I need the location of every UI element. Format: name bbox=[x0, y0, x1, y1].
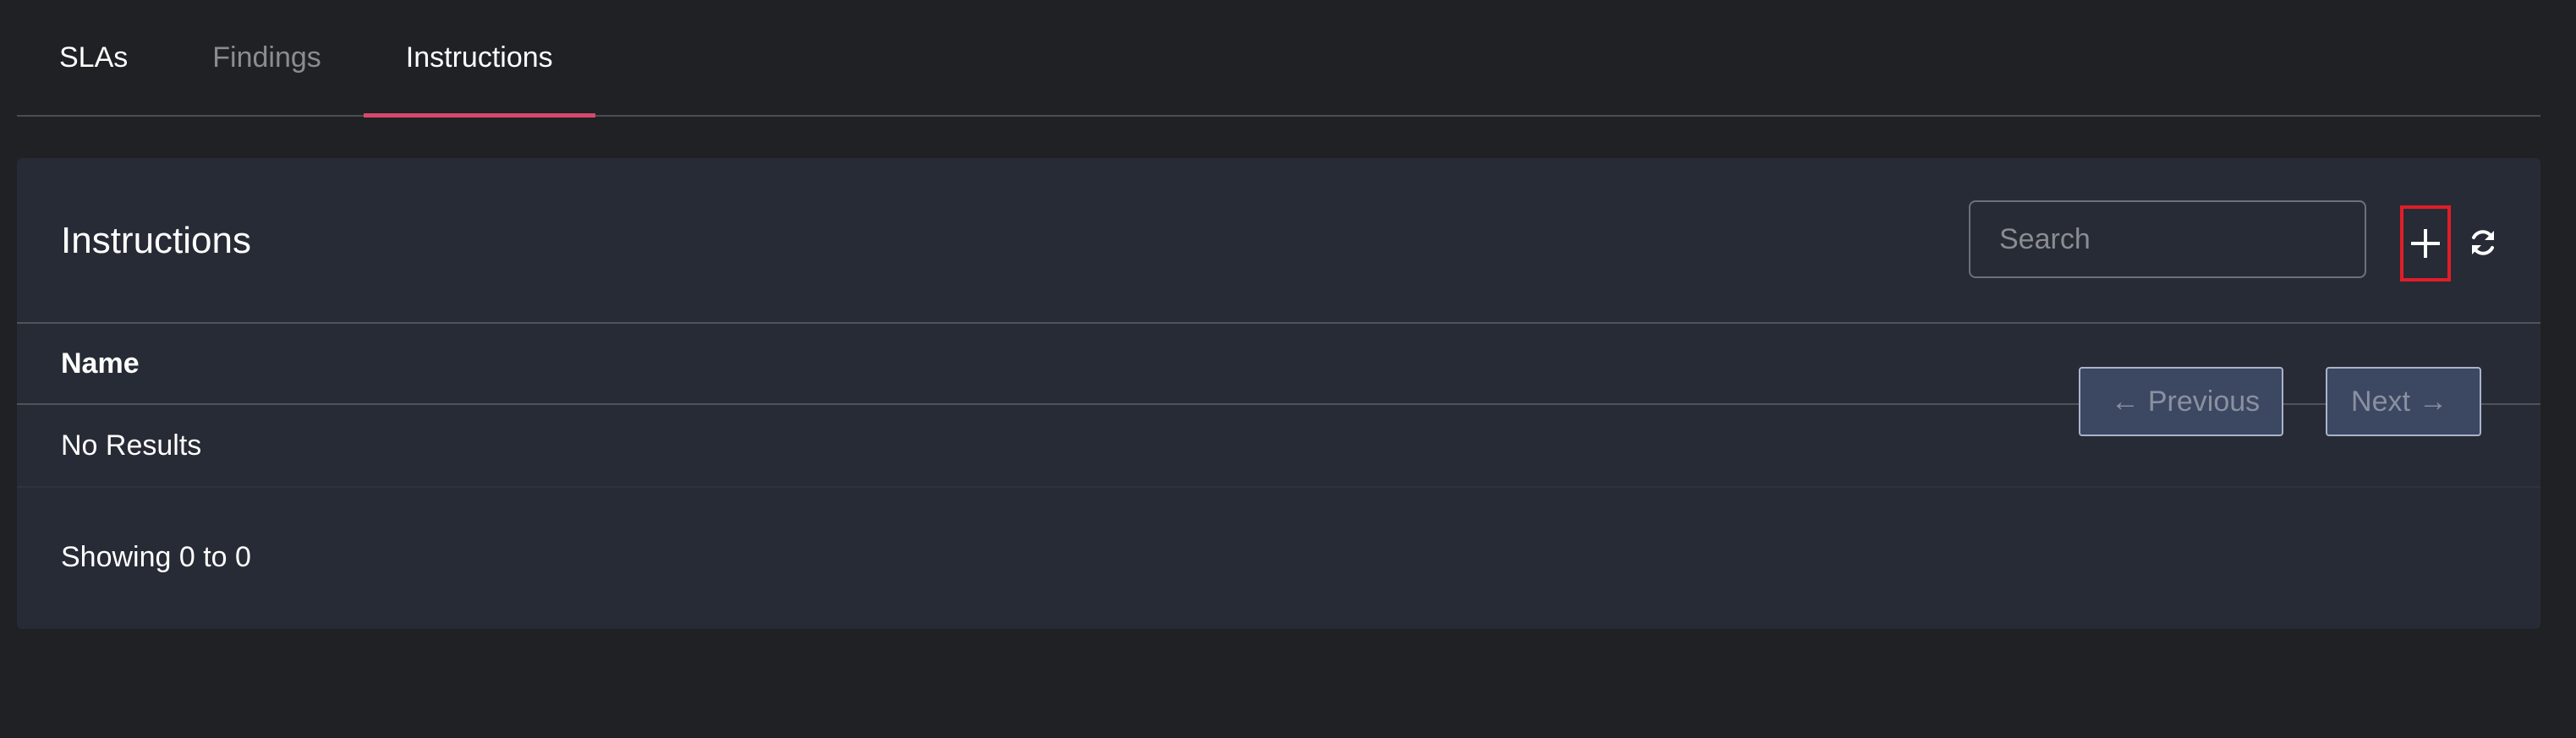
previous-button[interactable]: ← Previous bbox=[2079, 367, 2283, 436]
page: SLAs Findings Instructions Instructions bbox=[0, 0, 2576, 738]
add-button[interactable] bbox=[2400, 205, 2451, 282]
tab-bar: SLAs Findings Instructions bbox=[17, 0, 2540, 118]
previous-label: Previous bbox=[2147, 385, 2261, 418]
arrow-right-icon: → bbox=[2418, 385, 2447, 418]
next-label: Next bbox=[2351, 385, 2410, 418]
showing-count: Showing 0 to 0 bbox=[61, 541, 251, 573]
plus-icon bbox=[2411, 229, 2440, 258]
arrow-left-icon: ← bbox=[2110, 385, 2140, 418]
tab-label: SLAs bbox=[59, 41, 129, 74]
card-header: Instructions bbox=[17, 158, 2540, 324]
tab-label: Instructions bbox=[405, 41, 553, 74]
refresh-icon bbox=[2472, 230, 2494, 255]
search-input[interactable] bbox=[1969, 200, 2366, 278]
tab-label: Findings bbox=[212, 41, 321, 74]
next-button[interactable]: Next → bbox=[2326, 367, 2481, 436]
tab-findings[interactable]: Findings bbox=[170, 0, 364, 115]
table-footer: Showing 0 to 0 bbox=[17, 488, 2540, 627]
card-title: Instructions bbox=[61, 220, 251, 261]
tab-instructions[interactable]: Instructions bbox=[363, 0, 595, 118]
refresh-button[interactable] bbox=[2464, 224, 2502, 261]
tab-slas[interactable]: SLAs bbox=[17, 0, 170, 115]
